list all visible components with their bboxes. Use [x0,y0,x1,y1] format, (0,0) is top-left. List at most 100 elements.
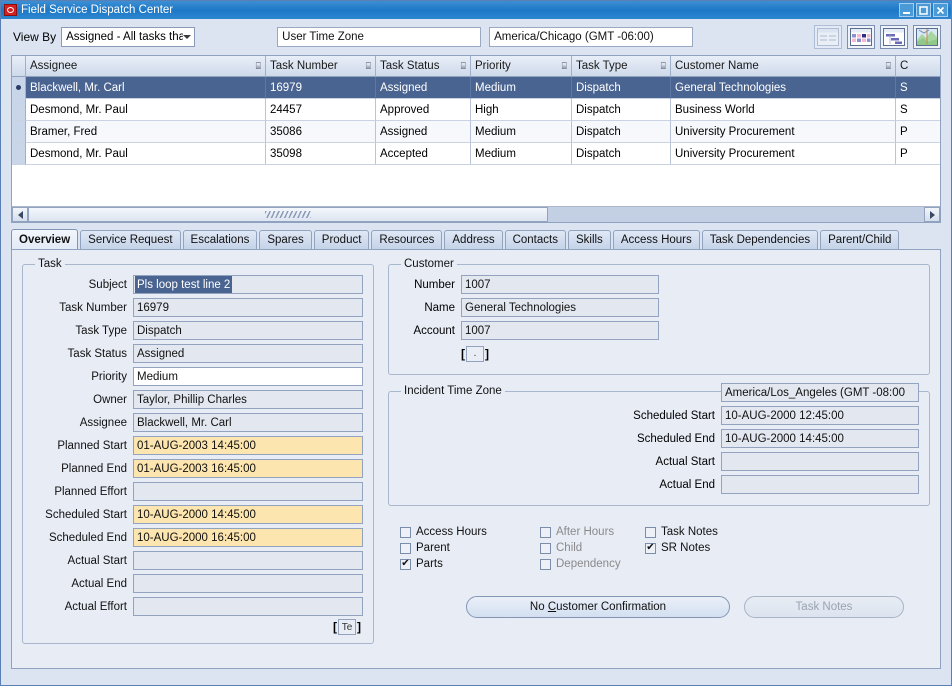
task-notes-button[interactable]: Task Notes [744,596,904,618]
input-customer-number[interactable]: 1007 [461,275,659,294]
cell-customer-name: University Procurement [671,143,896,165]
input-owner[interactable]: Taylor, Phillip Charles [133,390,363,409]
input-assignee[interactable]: Blackwell, Mr. Carl [133,413,363,432]
tab-overview[interactable]: Overview [11,229,79,249]
input-planned-effort[interactable] [133,482,363,501]
checkbox-grid-spacer [645,558,930,570]
input-customer-account[interactable]: 1007 [461,321,659,340]
input-incident-actual-end[interactable] [721,475,919,494]
column-header-assignee[interactable]: Assignee ⌸ [26,56,266,77]
sort-indicator-icon: ⌸ [885,60,891,71]
minimize-button[interactable] [899,3,914,17]
input-incident-scheduled-start[interactable]: 10-AUG-2000 12:45:00 [721,406,919,425]
label-customer-number: Number [414,278,455,291]
input-incident-actual-start[interactable] [721,452,919,471]
column-header-priority[interactable]: Priority ⌸ [471,56,572,77]
cell-task-number: 16979 [266,77,376,99]
input-subject[interactable]: Pls loop test line 2 [133,275,363,294]
input-planned-start[interactable]: 01-AUG-2003 14:45:00 [133,436,363,455]
toolbar: View By Assigned - All tasks that are a.… [1,19,951,55]
view-by-dropdown[interactable]: Assigned - All tasks that are a... [61,27,196,47]
cell-customer-name: General Technologies [671,77,896,99]
gantt-view-icon[interactable] [880,25,908,49]
application-window: Field Service Dispatch Center View By As… [0,0,952,686]
title-bar: Field Service Dispatch Center [1,1,951,19]
scroll-left-button[interactable] [12,207,28,222]
tab-product[interactable]: Product [313,230,370,249]
tab-resources[interactable]: Resources [371,230,443,249]
field-incident-scheduled-start: Scheduled Start 10-AUG-2000 12:45:00 [399,405,919,426]
checkbox-parts[interactable]: Parts [400,558,540,570]
customer-lov-button[interactable]: . [466,345,484,362]
input-actual-end[interactable] [133,574,363,593]
list-view-icon[interactable] [814,25,842,49]
field-scheduled-start: Scheduled Start 10-AUG-2000 14:45:00 [33,504,363,525]
label-planned-end: Planned End [61,462,127,475]
task-group: Task Subject Pls loop test line 2 Task N… [22,258,374,644]
input-incident-scheduled-end[interactable]: 10-AUG-2000 14:45:00 [721,429,919,448]
calendar-view-icon[interactable] [847,25,875,49]
cell-task-number: 35098 [266,143,376,165]
table-row[interactable]: Blackwell, Mr. Carl 16979 Assigned Mediu… [12,77,940,99]
label-actual-start: Actual Start [67,554,127,567]
table-horizontal-scrollbar[interactable] [12,206,940,222]
checkbox-after-hours[interactable]: After Hours [540,526,645,538]
input-actual-effort[interactable] [133,597,363,616]
tab-contacts[interactable]: Contacts [504,230,566,249]
map-view-icon[interactable] [913,25,941,49]
tab-address[interactable]: Address [444,230,503,249]
checkbox-sr-notes[interactable]: SR Notes [645,542,930,554]
customer-column: Customer Number 1007 Name General Techno… [388,258,930,658]
column-header-task-number[interactable]: Task Number ⌸ [266,56,376,77]
table-header-row: Assignee ⌸ Task Number ⌸ Task Status ⌸ P… [12,56,940,77]
tab-access-hours[interactable]: Access Hours [612,230,700,249]
no-customer-confirmation-button[interactable]: No Customer Confirmation [466,596,730,618]
checkbox-task-notes[interactable]: Task Notes [645,526,930,538]
view-mode-icons [814,25,941,49]
user-time-zone-value-field[interactable]: America/Chicago (GMT -06:00) [489,27,694,47]
scrollbar-track[interactable] [28,207,924,222]
tab-escalations[interactable]: Escalations [182,230,258,249]
input-customer-name[interactable]: General Technologies [461,298,659,317]
input-task-type[interactable]: Dispatch [133,321,363,340]
column-header-customer-name[interactable]: Customer Name ⌸ [671,56,896,77]
input-task-number[interactable]: 16979 [133,298,363,317]
user-time-zone-label-field[interactable]: User Time Zone [277,27,482,47]
bracket-open: [ [461,346,465,361]
column-header-task-type[interactable]: Task Type ⌸ [572,56,671,77]
maximize-button[interactable] [916,3,931,17]
checkbox-after-hours-box [540,526,551,538]
checkbox-dependency[interactable]: Dependency [540,558,645,570]
overview-panel: Task Subject Pls loop test line 2 Task N… [11,249,941,669]
checkbox-parent[interactable]: Parent [400,542,540,554]
tab-skills[interactable]: Skills [567,230,611,249]
task-template-button[interactable]: Te [338,619,356,635]
tab-spares[interactable]: Spares [259,230,312,249]
input-actual-start[interactable] [133,551,363,570]
checkbox-child-box [540,542,551,554]
scrollbar-thumb[interactable] [28,207,548,222]
tab-parent-child[interactable]: Parent/Child [820,230,900,249]
tab-service-request[interactable]: Service Request [80,230,181,249]
input-incident-time-zone[interactable]: America/Los_Angeles (GMT -08:00 [721,383,919,402]
checkbox-access-hours[interactable]: Access Hours [400,526,540,538]
input-scheduled-start[interactable]: 10-AUG-2000 14:45:00 [133,505,363,524]
column-header-task-status[interactable]: Task Status ⌸ [376,56,471,77]
input-priority[interactable]: Medium [133,367,363,386]
column-header-extra[interactable]: C [896,56,940,77]
input-scheduled-end[interactable]: 10-AUG-2000 16:45:00 [133,528,363,547]
row-marker [12,143,26,165]
tab-task-dependencies[interactable]: Task Dependencies [701,230,819,249]
close-button[interactable] [933,3,948,17]
table-row[interactable]: Bramer, Fred 35086 Assigned Medium Dispa… [12,121,940,143]
input-planned-end[interactable]: 01-AUG-2003 16:45:00 [133,459,363,478]
table-row[interactable]: Desmond, Mr. Paul 35098 Accepted Medium … [12,143,940,165]
checkbox-child-label: Child [556,542,583,554]
checkbox-child[interactable]: Child [540,542,645,554]
scroll-right-button[interactable] [924,207,940,222]
input-task-status[interactable]: Assigned [133,344,363,363]
table-row[interactable]: Desmond, Mr. Paul 24457 Approved High Di… [12,99,940,121]
cell-task-type: Dispatch [572,99,671,121]
label-task-type: Task Type [75,324,127,337]
cell-priority: Medium [471,143,572,165]
